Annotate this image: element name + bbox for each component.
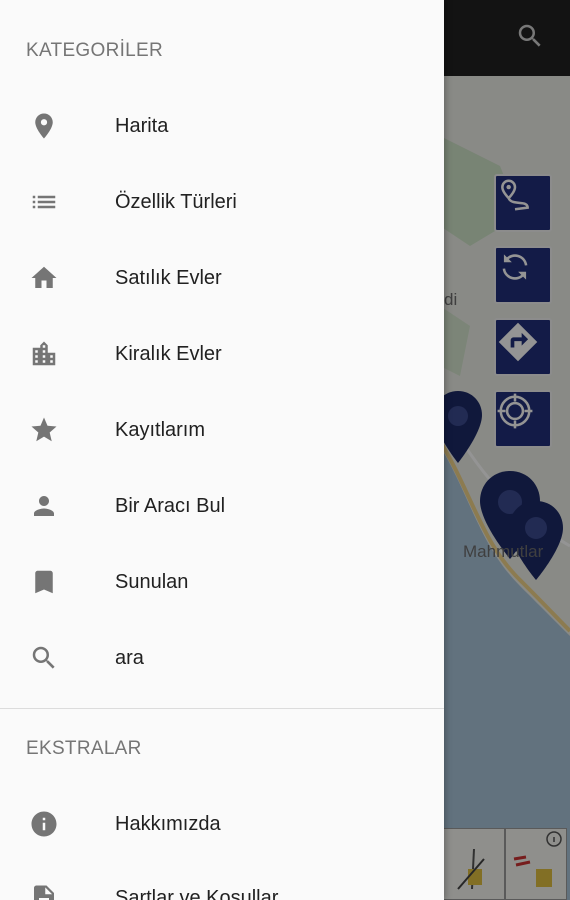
drawer-item-label: Kayıtlarım [115,418,206,441]
drawer-item-kayitlarim[interactable]: Kayıtlarım [0,392,444,468]
list-icon [28,186,60,218]
drawer-item-ozellik-turleri[interactable]: Özellik Türleri [0,164,444,240]
drawer-item-label: Bir Aracı Bul [115,494,226,517]
drawer-item-kiralik-evler[interactable]: Kiralık Evler [0,316,444,392]
drawer-item-label: Sunulan [115,570,189,593]
drawer-item-label: Özellik Türleri [115,190,237,213]
drawer-item-label: ara [115,646,144,669]
drawer-divider [0,708,444,709]
person-icon [28,490,60,522]
drawer-item-label: Hakkımızda [115,812,221,835]
bookmark-icon [28,566,60,598]
location-pin-icon [28,110,60,142]
drawer-item-label: Şartlar ve Koşullar [115,886,279,900]
building-icon [28,338,60,370]
navigation-drawer: KATEGORİLER Harita Özellik Türleri Satıl… [0,0,444,900]
document-icon [28,882,60,900]
drawer-item-sunulan[interactable]: Sunulan [0,544,444,620]
drawer-item-satilik-evler[interactable]: Satılık Evler [0,240,444,316]
drawer-item-label: Kiralık Evler [115,342,222,365]
drawer-item-label: Satılık Evler [115,266,222,289]
drawer-item-bir-araci-bul[interactable]: Bir Aracı Bul [0,468,444,544]
home-icon [28,262,60,294]
section-title-extras: EKSTRALAR [26,738,142,759]
info-icon [28,808,60,840]
search-icon [28,642,60,674]
section-title-categories: KATEGORİLER [26,40,164,61]
drawer-item-hakkimizda[interactable]: Hakkımızda [0,786,444,862]
drawer-item-sartlar-ve-kosullar[interactable]: Şartlar ve Koşullar [0,860,444,900]
drawer-item-harita[interactable]: Harita [0,88,444,164]
drawer-item-ara[interactable]: ara [0,620,444,696]
star-icon [28,414,60,446]
drawer-item-label: Harita [115,114,169,137]
